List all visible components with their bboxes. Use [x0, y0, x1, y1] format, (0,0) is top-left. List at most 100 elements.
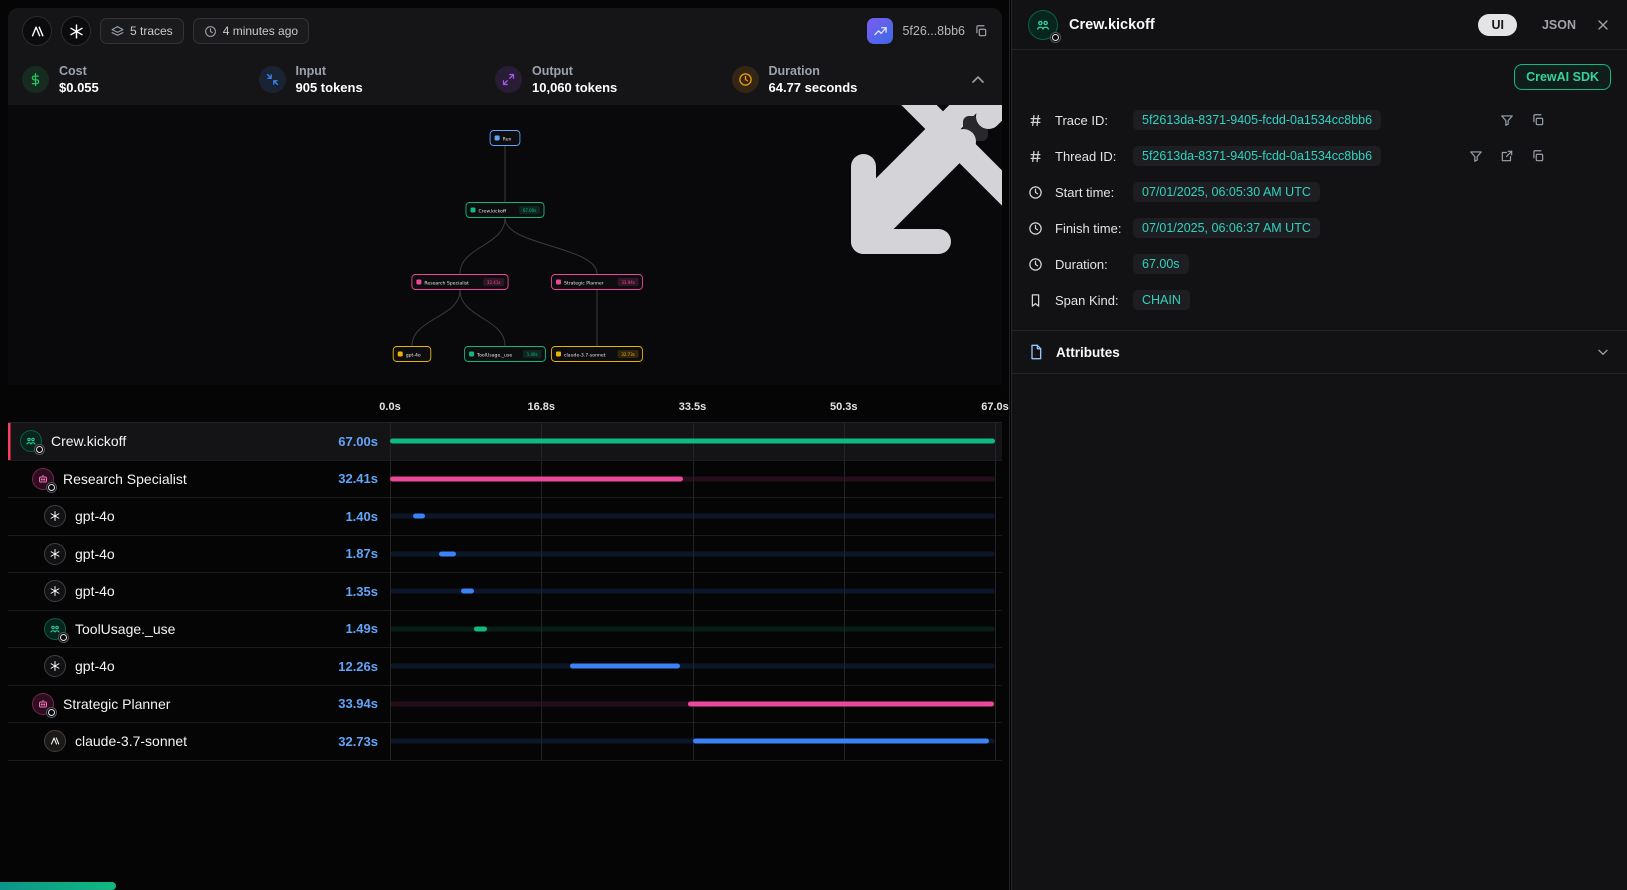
agentops-badge-icon [58, 632, 69, 643]
span-bar[interactable] [570, 664, 681, 669]
span-name-cell: Research Specialist32.41s [8, 468, 390, 490]
filter-icon[interactable] [1469, 149, 1483, 163]
trace-header-card: 5 traces 4 minutes ago 5f26...8bb6 Cost$… [8, 8, 1002, 105]
span-timeline-cell [390, 423, 995, 460]
span-name: gpt-4o [75, 583, 115, 599]
span-bar[interactable] [688, 701, 994, 706]
trace-short-id: 5f26...8bb6 [902, 24, 965, 38]
graph-node-crew-kickoff[interactable]: Crew.kickoff67.00s [466, 203, 544, 218]
graph-node-strategic-planner[interactable]: Strategic Planner 33.94s [552, 275, 643, 290]
field-value: 07/01/2025, 06:06:37 AM UTC [1133, 218, 1320, 238]
stat-value: 905 tokens [296, 80, 363, 95]
span-track [390, 514, 995, 519]
waterfall-row-claude-3-7-sonnet[interactable]: claude-3.7-sonnet32.73s [8, 723, 1002, 761]
span-name: ToolUsage._use [75, 621, 175, 637]
layers-icon [111, 25, 124, 38]
field-value: 67.00s [1133, 254, 1189, 274]
bottom-accent-strip [0, 882, 116, 890]
span-duration: 12.26s [338, 659, 378, 674]
expand-graph-button[interactable] [963, 116, 988, 141]
chevron-down-icon [1595, 344, 1611, 360]
span-bar[interactable] [390, 476, 683, 481]
clock-icon [732, 66, 759, 93]
hash-icon [1028, 113, 1043, 128]
time-axis: 0.0s16.8s33.5s50.3s67.0s [8, 392, 1002, 422]
metrics-button[interactable] [867, 18, 893, 44]
sdk-row: CrewAI SDK [1012, 50, 1627, 100]
copy-trace-id-icon[interactable] [974, 24, 988, 38]
stat-label: Output [532, 64, 617, 78]
svg-text:1.49s: 1.49s [527, 352, 538, 357]
field-label: Finish time: [1055, 221, 1133, 236]
openai-icon [44, 543, 66, 565]
graph-node-claude-3-7-sonnet[interactable]: claude-3.7-sonnet32.73s [552, 347, 643, 362]
svg-text:gpt-4o: gpt-4o [406, 353, 421, 359]
trace-overview-panel: 5 traces 4 minutes ago 5f26...8bb6 Cost$… [0, 0, 1010, 890]
clock-icon [1028, 185, 1043, 200]
filter-icon[interactable] [1500, 113, 1514, 127]
span-name-cell: ToolUsage._use1.49s [8, 618, 390, 640]
waterfall-row-gpt-4o[interactable]: gpt-4o1.87s [8, 536, 1002, 574]
graph-node-run[interactable]: Run [490, 131, 520, 146]
span-bar[interactable] [461, 589, 473, 594]
waterfall-row-gpt-4o[interactable]: gpt-4o1.35s [8, 573, 1002, 611]
waterfall-row-crew-kickoff[interactable]: Crew.kickoff67.00s [8, 423, 1002, 461]
traces-count-badge[interactable]: 5 traces [100, 18, 184, 44]
graph-node-gpt-4o[interactable]: gpt-4o [393, 347, 431, 362]
close-sidebar-button[interactable] [1595, 17, 1611, 33]
field-finish-time: Finish time:07/01/2025, 06:06:37 AM UTC [1028, 210, 1611, 246]
trace-header: 5 traces 4 minutes ago 5f26...8bb6 [8, 8, 1002, 54]
trace-waterfall: 0.0s16.8s33.5s50.3s67.0s Crew.kickoff67.… [8, 392, 1002, 761]
waterfall-row-research-specialist[interactable]: Research Specialist32.41s [8, 461, 1002, 499]
trace-graph: Run Crew.kickoff67.00s Research Specialist… [8, 105, 1002, 385]
tab-ui[interactable]: UI [1478, 14, 1517, 36]
svg-text:33.94s: 33.94s [621, 280, 635, 285]
output-icon [495, 66, 522, 93]
span-name: gpt-4o [75, 658, 115, 674]
traces-count-label: 5 traces [130, 24, 173, 38]
copy-icon[interactable] [1531, 149, 1545, 163]
svg-text:Strategic Planner: Strategic Planner [564, 281, 604, 287]
time-ago-badge: 4 minutes ago [193, 18, 309, 44]
field-value: 07/01/2025, 06:05:30 AM UTC [1133, 182, 1320, 202]
clock-icon [1028, 221, 1043, 236]
agentops-badge-icon [46, 482, 57, 493]
span-name-cell: gpt-4o1.35s [8, 580, 390, 602]
waterfall-row-gpt-4o[interactable]: gpt-4o1.40s [8, 498, 1002, 536]
stat-label: Input [296, 64, 363, 78]
graph-node-research-specialist[interactable]: Research Specialist32.41s [412, 275, 508, 290]
input-icon [259, 66, 286, 93]
sidebar-header: Crew.kickoff UI JSON [1012, 0, 1627, 50]
crewai-icon [1028, 10, 1058, 40]
waterfall-row-strategic-planner[interactable]: Strategic Planner33.94s [8, 686, 1002, 724]
svg-text:Crew.kickoff: Crew.kickoff [479, 209, 507, 215]
span-bar[interactable] [474, 626, 487, 631]
span-bar[interactable] [390, 439, 995, 444]
graph-controls [930, 116, 988, 141]
field-label: Trace ID: [1055, 113, 1133, 128]
span-duration: 1.40s [345, 509, 378, 524]
anthropic-icon [29, 23, 46, 40]
span-details-sidebar: Crew.kickoff UI JSON CrewAI SDK Trace ID… [1011, 0, 1627, 890]
waterfall-row-gpt-4o[interactable]: gpt-4o 12.26s [8, 648, 1002, 686]
span-timeline-cell [390, 498, 995, 535]
graph-node-toolusage-use[interactable]: ToolUsage._use1.49s [465, 347, 546, 362]
svg-text:32.41s: 32.41s [487, 280, 501, 285]
tab-json[interactable]: JSON [1542, 18, 1576, 32]
trend-icon [873, 24, 888, 39]
collapse-stats-button[interactable] [968, 70, 988, 90]
openai-icon [68, 23, 85, 40]
copy-icon[interactable] [1531, 113, 1545, 127]
field-value: CHAIN [1133, 290, 1190, 310]
span-timeline-cell [390, 611, 995, 648]
span-bar[interactable] [413, 514, 426, 519]
field-value: 5f2613da-8371-9405-fcdd-0a1534cc8bb6 [1133, 146, 1381, 166]
attributes-section-toggle[interactable]: Attributes [1012, 330, 1627, 374]
span-timeline-cell [390, 461, 995, 498]
waterfall-row-toolusage-use[interactable]: ToolUsage._use1.49s [8, 611, 1002, 649]
span-bar[interactable] [439, 551, 456, 556]
span-timeline-cell [390, 648, 995, 685]
external-link-icon[interactable] [1500, 149, 1514, 163]
span-bar[interactable] [693, 739, 989, 744]
field-actions [1500, 113, 1545, 127]
